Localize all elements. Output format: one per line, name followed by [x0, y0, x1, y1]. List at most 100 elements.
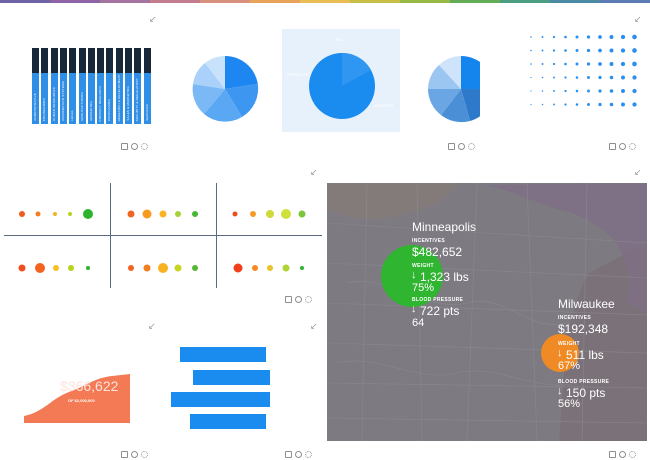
expand-arrows-icon[interactable]: ↙ [310, 168, 318, 177]
matrix-dot[interactable] [552, 49, 556, 52]
quadrant-dot[interactable] [18, 264, 26, 272]
expand-arrows-icon[interactable]: ↙ [634, 15, 642, 24]
quadrant-dot[interactable] [252, 265, 258, 271]
expand-arrows-icon[interactable]: ↙ [310, 322, 318, 331]
matrix-dot[interactable] [598, 89, 602, 93]
matrix-dot[interactable] [552, 35, 556, 39]
matrix-dot[interactable] [620, 61, 626, 67]
pie-slice[interactable] [461, 56, 480, 89]
matrix-dot[interactable] [609, 62, 614, 66]
vertical-bar[interactable]: PRODUCT RESEARCH [97, 48, 105, 124]
quadrant-dot[interactable] [158, 263, 168, 273]
widget-toolbar[interactable] [285, 451, 312, 458]
gear-icon[interactable] [305, 451, 312, 458]
matrix-dot[interactable] [541, 103, 544, 106]
vertical-bar[interactable]: SERVICES [143, 48, 151, 124]
matrix-dot[interactable] [575, 89, 579, 93]
matrix-dot[interactable] [541, 76, 544, 79]
document-icon[interactable] [285, 451, 292, 458]
document-icon[interactable] [285, 296, 292, 303]
quadrant-dot[interactable] [266, 210, 274, 218]
quadrant-dot[interactable] [192, 265, 198, 271]
widget-toolbar[interactable] [609, 143, 636, 150]
matrix-dot[interactable] [587, 103, 590, 106]
comment-icon[interactable] [295, 296, 302, 303]
document-icon[interactable] [448, 143, 455, 150]
matrix-dot[interactable] [575, 76, 579, 79]
matrix-dot[interactable] [598, 102, 602, 107]
document-icon[interactable] [609, 143, 616, 150]
matrix-dot[interactable] [564, 76, 567, 79]
matrix-dot[interactable] [575, 49, 579, 52]
vertical-bar[interactable]: ENGINEERING [41, 48, 49, 124]
document-icon[interactable] [121, 451, 128, 458]
h-bar[interactable] [171, 392, 270, 407]
quadrant-dot[interactable] [53, 212, 57, 216]
matrix-dot[interactable] [530, 103, 532, 106]
comment-icon[interactable] [131, 143, 138, 150]
quadrant-dot[interactable] [86, 266, 90, 270]
quadrant-dot[interactable] [233, 263, 243, 273]
vertical-bar[interactable]: INFORMATION SYSTEMS [59, 48, 67, 124]
quadrant-dot[interactable] [68, 265, 74, 271]
matrix-dot[interactable] [553, 90, 555, 92]
pie-chart-main[interactable] [308, 52, 376, 120]
quadrant-dot[interactable] [174, 264, 182, 272]
matrix-dot[interactable] [564, 62, 567, 66]
quadrant-dot[interactable] [282, 264, 290, 272]
quadrant-dot[interactable] [128, 265, 134, 271]
matrix-dot[interactable] [530, 90, 532, 92]
matrix-dot[interactable] [632, 102, 637, 107]
matrix-dot[interactable] [553, 103, 555, 106]
matrix-dot[interactable] [530, 36, 532, 38]
matrix-dot[interactable] [620, 48, 626, 53]
gear-icon[interactable] [141, 143, 148, 150]
document-icon[interactable] [609, 451, 616, 458]
matrix-dot[interactable] [530, 63, 532, 65]
quadrant-dot-chart[interactable] [0, 180, 325, 290]
quadrant-dot[interactable] [83, 209, 93, 219]
matrix-dot[interactable] [598, 35, 602, 39]
matrix-dot[interactable] [609, 89, 614, 93]
matrix-dot[interactable] [587, 89, 590, 93]
vertical-bar[interactable]: SECURITY & REGULATORY [134, 48, 142, 124]
horizontal-bar-chart[interactable] [170, 345, 280, 435]
matrix-dot[interactable] [609, 35, 614, 39]
matrix-dot[interactable] [621, 89, 625, 93]
widget-toolbar[interactable] [121, 143, 148, 150]
map-widget[interactable]: Minneapolis INCENTIVES $482,652 WEIGHT ↓… [327, 183, 647, 441]
matrix-dot[interactable] [575, 103, 579, 106]
vertical-bar[interactable]: HUMAN RESOURCES [50, 48, 58, 124]
vertical-bar[interactable]: ADMINISTRATIVE [32, 48, 39, 124]
widget-toolbar[interactable] [121, 451, 148, 458]
pie-slice[interactable] [225, 55, 258, 89]
quadrant-dot[interactable] [142, 209, 152, 219]
matrix-dot[interactable] [564, 49, 567, 52]
expand-arrows-icon[interactable]: ↙ [148, 322, 156, 331]
quadrant-dot[interactable] [175, 211, 181, 217]
matrix-dot[interactable] [621, 75, 625, 80]
vertical-bar[interactable]: RESEARCH & DEVELOPMENT [115, 48, 123, 124]
matrix-dot[interactable] [632, 75, 637, 80]
quadrant-dot[interactable] [35, 211, 41, 217]
matrix-dot[interactable] [564, 89, 567, 93]
vertical-bar[interactable]: PURCHASING [106, 48, 114, 124]
pie-chart[interactable] [190, 54, 260, 124]
vertical-bar[interactable]: MANUFACTURING [78, 48, 86, 124]
matrix-dot[interactable] [530, 76, 532, 79]
vertical-bar[interactable]: SALES & MARKETING [125, 48, 132, 124]
matrix-dot[interactable] [564, 103, 567, 106]
comment-icon[interactable] [131, 451, 138, 458]
matrix-dot[interactable] [609, 102, 614, 107]
vertical-bar[interactable]: LEGAL [69, 48, 77, 124]
matrix-dot[interactable] [564, 35, 567, 39]
matrix-dot[interactable] [586, 48, 591, 53]
gear-icon[interactable] [305, 296, 312, 303]
comment-icon[interactable] [295, 451, 302, 458]
matrix-dot[interactable] [632, 34, 637, 40]
matrix-dot[interactable] [530, 49, 532, 52]
quadrant-dot[interactable] [53, 265, 59, 271]
expand-arrows-icon[interactable]: ↙ [149, 15, 157, 24]
matrix-dot[interactable] [621, 102, 625, 107]
matrix-dot[interactable] [586, 35, 591, 39]
